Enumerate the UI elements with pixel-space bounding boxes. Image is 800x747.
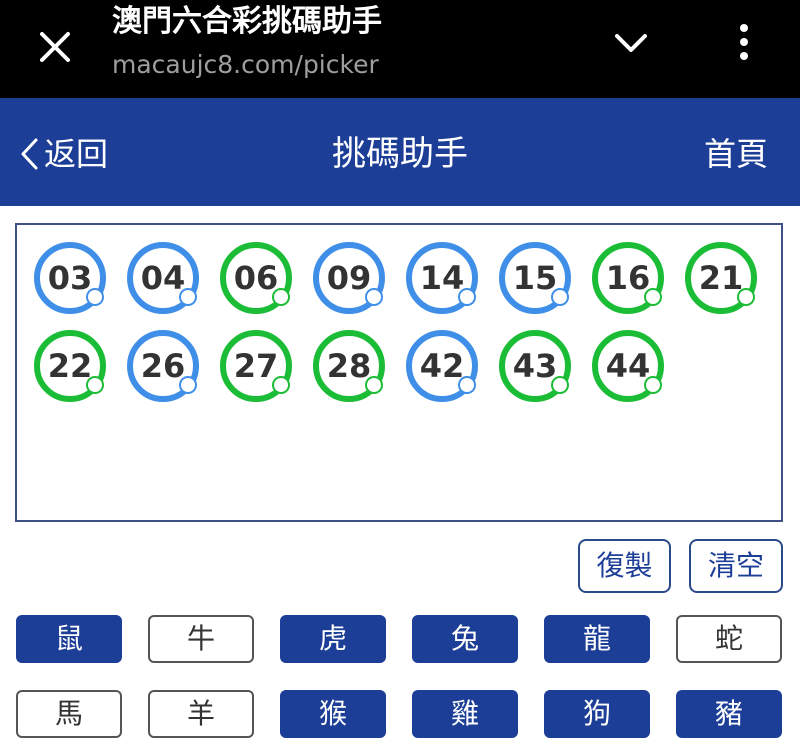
number-ball[interactable]: 26 xyxy=(127,330,199,402)
clear-button[interactable]: 清空 xyxy=(689,539,783,593)
zodiac-button[interactable]: 鼠 xyxy=(16,615,122,663)
zodiac-button[interactable]: 雞 xyxy=(412,690,518,738)
zodiac-button[interactable]: 蛇 xyxy=(676,615,782,663)
number-ball[interactable]: 42 xyxy=(406,330,478,402)
ball-shine-icon xyxy=(553,378,567,392)
zodiac-button[interactable]: 虎 xyxy=(280,615,386,663)
selected-numbers-panel: 03 04 06 09 14 15 16 21 22 26 27 28 42 43 44 xyxy=(15,223,783,522)
browser-url[interactable]: macaujc8.com/picker xyxy=(112,48,379,82)
ball-shine-icon xyxy=(646,290,660,304)
ball-shine-icon xyxy=(739,290,753,304)
zodiac-button[interactable]: 牛 xyxy=(148,615,254,663)
back-label: 返回 xyxy=(44,135,109,173)
zodiac-button[interactable]: 兔 xyxy=(412,615,518,663)
page-title: 挑碼助手 xyxy=(332,134,468,174)
ball-shine-icon xyxy=(274,378,288,392)
copy-button[interactable]: 復製 xyxy=(578,539,671,593)
ball-shine-icon xyxy=(460,378,474,392)
number-ball[interactable]: 44 xyxy=(592,330,664,402)
zodiac-button[interactable]: 羊 xyxy=(148,690,254,738)
number-ball[interactable]: 06 xyxy=(220,242,292,314)
number-ball[interactable]: 43 xyxy=(499,330,571,402)
zodiac-button[interactable]: 馬 xyxy=(16,690,122,738)
chevron-down-icon[interactable] xyxy=(606,22,656,66)
ball-shine-icon xyxy=(460,290,474,304)
ball-shine-icon xyxy=(181,290,195,304)
number-ball[interactable]: 21 xyxy=(685,242,757,314)
number-ball[interactable]: 04 xyxy=(127,242,199,314)
app-header: 返回 挑碼助手 首頁 xyxy=(0,98,800,206)
ball-grid: 03 04 06 09 14 15 16 21 22 26 27 28 42 43 44 xyxy=(34,242,774,418)
home-button[interactable]: 首頁 xyxy=(704,132,768,176)
ball-shine-icon xyxy=(274,290,288,304)
browser-page-title: 澳門六合彩挑碼助手 xyxy=(112,4,382,39)
ball-shine-icon xyxy=(367,290,381,304)
ball-shine-icon xyxy=(88,378,102,392)
number-ball[interactable]: 09 xyxy=(313,242,385,314)
ball-shine-icon xyxy=(646,378,660,392)
number-ball[interactable]: 14 xyxy=(406,242,478,314)
number-ball[interactable]: 27 xyxy=(220,330,292,402)
ball-shine-icon xyxy=(553,290,567,304)
back-button[interactable]: 返回 xyxy=(18,132,108,176)
zodiac-button[interactable]: 龍 xyxy=(544,615,650,663)
number-ball[interactable]: 28 xyxy=(313,330,385,402)
number-ball[interactable]: 22 xyxy=(34,330,106,402)
close-icon[interactable] xyxy=(30,22,80,72)
chevron-left-icon xyxy=(21,138,38,170)
zodiac-button[interactable]: 豬 xyxy=(676,690,782,738)
zodiac-button[interactable]: 狗 xyxy=(544,690,650,738)
ball-shine-icon xyxy=(367,378,381,392)
number-ball[interactable]: 03 xyxy=(34,242,106,314)
more-vertical-icon[interactable] xyxy=(722,20,766,64)
number-ball[interactable]: 16 xyxy=(592,242,664,314)
ball-shine-icon xyxy=(88,290,102,304)
zodiac-button[interactable]: 猴 xyxy=(280,690,386,738)
ball-shine-icon xyxy=(181,378,195,392)
browser-bar: 澳門六合彩挑碼助手 macaujc8.com/picker xyxy=(0,0,800,98)
number-ball[interactable]: 15 xyxy=(499,242,571,314)
